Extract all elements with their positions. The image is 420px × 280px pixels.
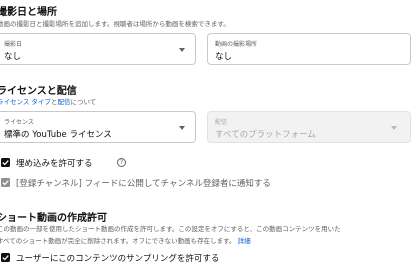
license-select[interactable]: ライセンス 標準の YouTube ライセンス: [0, 111, 196, 143]
video-location-label: 動画の撮影場所: [215, 41, 258, 48]
distribution-label: 配信: [215, 119, 228, 126]
license-label: ライセンス: [4, 119, 34, 126]
learn-more-link[interactable]: 詳細: [238, 237, 251, 245]
help-icon[interactable]: ?: [117, 158, 126, 167]
allow-sampling-label: ユーザーにこのコンテンツのサンプリングを許可する: [16, 254, 220, 264]
recording-date-select[interactable]: 撮影日 なし: [0, 33, 196, 65]
license-about-suffix: について: [70, 98, 97, 106]
shorts-description-text: すべてのショート動画が完全に削除されます。オフにできない動画も存在します。: [0, 237, 236, 245]
recording-date-value: なし: [4, 52, 22, 62]
license-about-text: ライセンス タイプと配信について: [0, 96, 96, 106]
video-location-input[interactable]: 動画の撮影場所 なし: [207, 33, 411, 65]
shorts-description-line2: すべてのショート動画が完全に削除されます。オフにできない動画も存在します。 詳細: [0, 235, 251, 245]
chevron-down-icon: [179, 126, 185, 130]
license-title: ライセンスと配信: [0, 86, 77, 97]
shorts-title: ショート動画の作成許可: [0, 213, 107, 224]
notify-subscribers-label: [登録チャンネル] フィードに公開してチャンネル登録者に通知する: [16, 179, 271, 189]
distribution-value: すべてのプラットフォーム: [215, 130, 316, 140]
allow-sampling-checkbox[interactable]: [1, 253, 10, 262]
checkmark-icon: [2, 160, 9, 166]
notify-subscribers-checkbox: [1, 178, 10, 187]
video-location-value: なし: [215, 52, 233, 62]
checkmark-icon: [2, 255, 9, 261]
license-value: 標準の YouTube ライセンス: [4, 130, 112, 140]
checkmark-icon: [2, 180, 9, 186]
recording-description: 動画の撮影日と撮影場所を追加します。視聴者は場所から動画を検索できます。: [0, 20, 230, 28]
license-types-link[interactable]: ライセンス タイプ: [0, 98, 51, 106]
allow-embedding-label: 埋め込みを許可する: [16, 159, 93, 169]
allow-embedding-checkbox[interactable]: [1, 158, 10, 167]
recording-date-label: 撮影日: [4, 41, 23, 48]
recording-title: 撮影日と場所: [0, 7, 57, 18]
chevron-down-icon: [391, 126, 397, 130]
chevron-down-icon: [179, 48, 185, 52]
distribution-select: 配信 すべてのプラットフォーム: [207, 111, 411, 143]
distribution-link[interactable]: 配信: [57, 98, 70, 106]
shorts-description-line1: この動画の一部を使用したショート動画の作成を許可します。この設定をオフにすると、…: [0, 225, 341, 233]
